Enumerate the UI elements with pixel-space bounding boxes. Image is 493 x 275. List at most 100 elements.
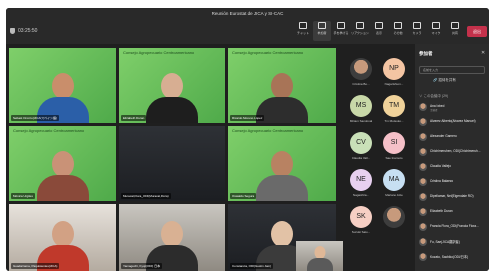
- share-invite-link[interactable]: 🔗 招待を共有: [433, 78, 456, 83]
- avatar: [419, 118, 427, 126]
- participant-video: [36, 151, 89, 201]
- video-tile[interactable]: Guadarrama, Paquistentes(JICA): [9, 204, 116, 271]
- roster-name: Miriam Sandoval: [349, 119, 373, 123]
- video-tile[interactable]: [296, 241, 343, 271]
- toolbar-raise-button[interactable]: 手を挙げる: [332, 21, 350, 41]
- toolbar-people-label: 参加者: [317, 31, 327, 35]
- participant-row[interactable]: Chichimeruhen, ODI(Chichimeruh...: [419, 147, 485, 157]
- meeting-toolbar: Reunión Eurostat de JICA y SI-CAC 03:25:…: [6, 8, 489, 44]
- toolbar-more-button[interactable]: その他: [389, 21, 407, 41]
- participant-name-label: Ricardo Moreno López: [230, 115, 265, 121]
- avatar: [419, 163, 427, 171]
- toolbar-chat-button[interactable]: チャット: [294, 21, 312, 41]
- roster-name: Nagarishum...: [384, 82, 404, 86]
- people-icon: [318, 22, 326, 29]
- participant-head: [161, 221, 183, 247]
- toolbar-mic-label: マイク: [431, 31, 441, 35]
- toolbar-view-button[interactable]: 表示: [370, 21, 388, 41]
- roster-avatar[interactable]: NP: [383, 58, 405, 80]
- section-in-meeting[interactable]: ∨ この会議中 (29): [419, 94, 448, 99]
- toolbar-camera-button[interactable]: カメラ: [408, 21, 426, 41]
- roster-name: Sae Inamoto: [385, 156, 403, 160]
- participant-name: Cristina Balaezo: [430, 179, 454, 183]
- background-logo-text: Consejo Agropecuario Centroamericano: [13, 128, 85, 133]
- participant-name: Alexander Gamero: [430, 134, 457, 138]
- panel-title: 参加者: [419, 51, 433, 56]
- roster-avatar[interactable]: [350, 58, 372, 80]
- teams-meeting-window: Reunión Eurostat de JICA y SI-CAC 03:25:…: [6, 8, 489, 271]
- toolbar-view-label: 表示: [375, 31, 382, 35]
- participant-name: Claudia Vallejo: [430, 164, 452, 168]
- roster-avatar[interactable]: SK: [350, 206, 372, 228]
- roster-avatar[interactable]: MA: [383, 169, 405, 191]
- roster-name: Mariano Atze: [385, 193, 403, 197]
- toolbar-raise-label: 手を挙げる: [333, 31, 349, 35]
- toolbar-share-button[interactable]: 共有: [446, 21, 464, 41]
- toolbar-camera-label: カメラ: [412, 31, 422, 35]
- toolbar-people-button[interactable]: 参加者: [313, 21, 331, 41]
- participant-head: [271, 73, 293, 99]
- roster-avatar[interactable]: [383, 206, 405, 228]
- roster-avatar[interactable]: MS: [350, 95, 372, 117]
- video-tile[interactable]: Consejo Agropecuario Centroamericano Rica…: [228, 48, 336, 123]
- avatar: [419, 253, 427, 261]
- roster-avatar[interactable]: CV: [350, 132, 372, 154]
- participant-head: [271, 221, 293, 247]
- participant-search-input[interactable]: 名前を入力: [419, 66, 485, 74]
- participant-row[interactable]: Alexander Gamero: [419, 132, 485, 142]
- participant-row[interactable]: Ana Ixbed 主催者: [419, 102, 485, 112]
- meeting-timer: 03:25:50: [10, 28, 37, 34]
- participant-body: [146, 97, 198, 123]
- participant-name: Kozato, Sachiko(ODI/日本): [430, 255, 469, 259]
- avatar: [419, 178, 427, 186]
- participant-row[interactable]: Claudia Vallejo: [419, 162, 485, 172]
- participant-row[interactable]: Alvarez Alberto(Alvarez Manuel): [419, 117, 485, 127]
- toolbar-react-button[interactable]: リアクション: [351, 21, 369, 41]
- react-icon: [356, 22, 364, 29]
- avatar: [419, 223, 427, 231]
- participant-name-label: Oswaldo Segura: [230, 193, 257, 199]
- participant-row[interactable]: Dipellamar, Nel(Eigendaie RO): [419, 192, 485, 202]
- participant-body: [256, 175, 308, 201]
- video-tile[interactable]: Consejo Agropecuario Centroamericano Móni…: [9, 126, 116, 201]
- participant-name-label: Guadarrama, Paquistentes(JICA): [11, 263, 60, 269]
- participant-video: [256, 151, 308, 201]
- roster-avatar[interactable]: TM: [383, 95, 405, 117]
- avatar: [419, 148, 427, 156]
- participant-row[interactable]: Kozato, Sachiko(ODI/日本): [419, 252, 485, 262]
- roster-avatar[interactable]: SI: [383, 132, 405, 154]
- roster-name: Suzuki Sato...: [351, 230, 371, 234]
- roster-name: Cristina Bo...: [352, 82, 370, 86]
- video-tile[interactable]: Muracal,Flora_ODI(Muracal,Flora): [119, 126, 225, 201]
- avatar: [419, 103, 427, 111]
- participant-name: Alvarez Alberto(Alvarez Manuel): [430, 119, 476, 123]
- participant-head: [51, 73, 74, 99]
- camera-icon: [413, 22, 421, 29]
- roster-avatar[interactable]: NE: [350, 169, 372, 191]
- video-tile[interactable]: Consejo Agropecuario Centroamericano Eliz…: [119, 48, 225, 123]
- participant-name-label: Elizabeth Duran: [121, 115, 147, 121]
- participants-panel: 参加者 ✕ 名前を入力 🔗 招待を共有 ∨ この会議中 (29) Ana Ixb…: [415, 44, 489, 271]
- participant-name: Fu, Sae(JICA翻訳者): [430, 240, 460, 244]
- avatar: [419, 208, 427, 216]
- participant-name: Francia Flora_ODI(Francia Flora...: [430, 224, 479, 228]
- participant-row[interactable]: Cristina Balaezo: [419, 177, 485, 187]
- toolbar-share-label: 共有: [451, 31, 458, 35]
- video-tile[interactable]: Consejo Agropecuario Centroamericano Oswa…: [228, 126, 336, 201]
- participant-row[interactable]: Fu, Sae(JICA翻訳者): [419, 237, 485, 247]
- participant-name: Dipellamar, Nel(Eigendaie RO): [430, 194, 474, 198]
- video-tile[interactable]: Sebast Orozco(JICA/スペイン語): [9, 48, 116, 123]
- background-logo-text: Consejo Agropecuario Centroamericano: [232, 50, 304, 55]
- participant-row[interactable]: Elizabeth Duran: [419, 207, 485, 217]
- participant-name-label: Sebast Orozco(JICA/スペイン語): [11, 115, 59, 121]
- video-tile[interactable]: Yamaguchi, Kyoji(ODI) 日本: [119, 204, 225, 271]
- participant-row[interactable]: Francia Flora_ODI(Francia Flora...: [419, 222, 485, 232]
- close-icon[interactable]: ✕: [481, 50, 485, 56]
- leave-button[interactable]: 退出: [467, 26, 487, 37]
- participant-name: Chichimeruhen, ODI(Chichimeruh...: [430, 149, 481, 153]
- participant-role: 主催者: [430, 109, 438, 112]
- participant-name-label: Mónica Urgiles: [11, 193, 35, 199]
- toolbar-mic-button[interactable]: マイク: [427, 21, 445, 41]
- participant-head: [51, 221, 74, 247]
- view-icon: [375, 22, 383, 29]
